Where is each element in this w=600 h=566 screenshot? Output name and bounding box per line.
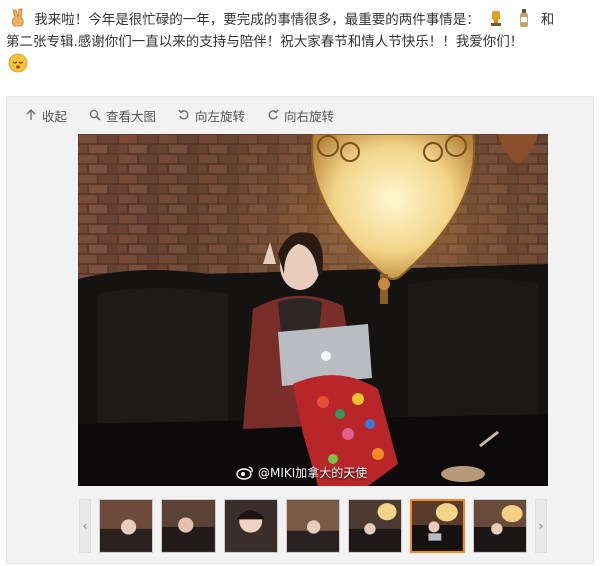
thumbnail-7[interactable] — [472, 499, 528, 553]
media-toolbar: 收起 查看大图 向左旋转 向右旋转 — [7, 97, 593, 133]
post-text-part-1: 我来啦！今年是很忙碌的一年，要完成的事情很多，最重要的两件事情是： — [34, 12, 480, 28]
rotate-left-button[interactable]: 向左旋转 — [178, 106, 245, 125]
sleeping-face-icon — [8, 53, 28, 73]
rotate-right-button[interactable]: 向右旋转 — [267, 106, 334, 125]
thumbnail-4[interactable] — [285, 499, 341, 553]
victory-hand-icon — [8, 8, 28, 28]
arrow-up-icon — [26, 109, 36, 120]
next-thumbnail-button[interactable]: › — [535, 499, 547, 553]
rotate-left-icon — [178, 109, 189, 120]
prev-thumbnail-button[interactable]: ‹ — [79, 499, 91, 553]
collapse-label: 收起 — [42, 108, 68, 124]
rotate-right-label: 向右旋转 — [284, 108, 335, 124]
main-photo[interactable]: @MIKI加拿大的天使 — [78, 134, 548, 486]
thumbnail-3[interactable] — [223, 499, 278, 553]
thumbnail-1[interactable] — [98, 499, 154, 553]
photo-scene — [78, 134, 548, 486]
trophy-icon — [486, 8, 506, 28]
rotate-right-icon — [268, 109, 279, 120]
thumbnail-strip: ‹ › — [79, 497, 547, 555]
post-line-1: 我来啦！今年是很忙碌的一年，要完成的事情很多，最重要的两件事情是： 和 — [6, 8, 594, 31]
view-large-button[interactable]: 查看大图 — [89, 106, 156, 125]
rotate-left-label: 向左旋转 — [195, 108, 246, 124]
view-large-label: 查看大图 — [106, 108, 157, 124]
magnifier-icon — [89, 109, 101, 121]
thumbnail-6-active[interactable] — [410, 499, 465, 553]
post-text: 我来啦！今年是很忙碌的一年，要完成的事情很多，最重要的两件事情是： 和 第二张专… — [6, 8, 594, 76]
bottle-icon — [514, 8, 534, 28]
post-line-3 — [6, 53, 594, 76]
collapse-button[interactable]: 收起 — [25, 106, 67, 125]
post-text-part-2: 和 — [540, 12, 555, 28]
media-viewer: 收起 查看大图 向左旋转 向右旋转 @MIKI加拿大的天使 ‹ › — [6, 96, 594, 564]
photo-watermark: @MIKI加拿大的天使 — [236, 464, 367, 481]
post-line-2: 第二张专辑.感谢你们一直以来的支持与陪伴！祝大家春节和情人节快乐！！我爱你们！ — [6, 31, 594, 53]
post-text-part-3: 第二张专辑.感谢你们一直以来的支持与陪伴！祝大家春节和情人节快乐！！我爱你们！ — [6, 34, 524, 50]
thumbnail-2[interactable] — [161, 499, 216, 553]
watermark-text: @MIKI加拿大的天使 — [258, 466, 368, 480]
thumbnail-5[interactable] — [348, 499, 403, 553]
weibo-logo-icon — [236, 466, 253, 480]
